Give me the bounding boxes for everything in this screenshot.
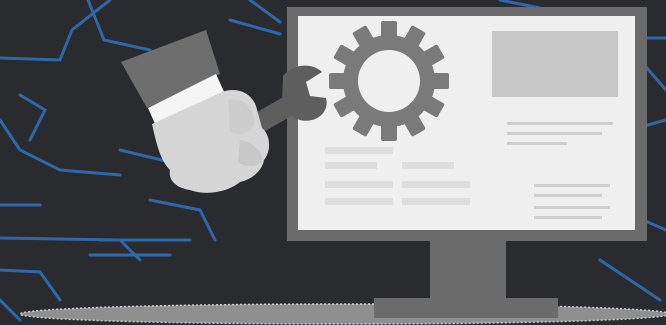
form-block (402, 162, 454, 169)
desk-shadow (19, 303, 666, 325)
text-line (534, 194, 602, 197)
form-block (325, 147, 393, 154)
form-block (325, 198, 393, 205)
illustration-canvas (0, 0, 666, 325)
form-block (325, 181, 393, 188)
text-line (507, 132, 602, 135)
text-line (534, 206, 610, 209)
form-block (325, 162, 377, 169)
text-line (534, 216, 602, 219)
image-placeholder (492, 31, 618, 97)
text-line (507, 142, 567, 145)
form-block (402, 181, 470, 188)
maintenance-illustration (0, 0, 666, 325)
text-line (534, 184, 610, 187)
text-line (507, 122, 613, 125)
form-block (402, 198, 470, 205)
